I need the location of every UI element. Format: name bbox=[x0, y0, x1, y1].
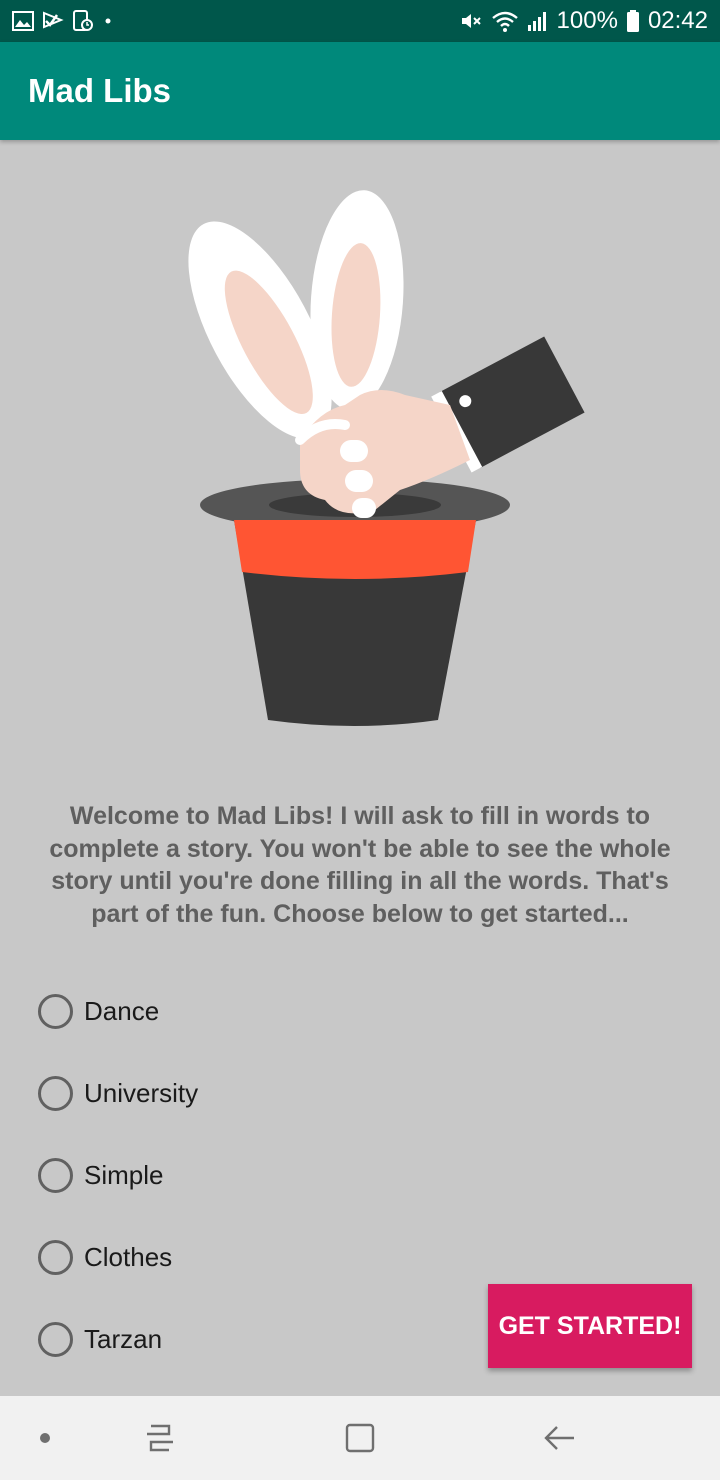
radio-label: Dance bbox=[84, 995, 160, 1026]
signal-icon bbox=[527, 9, 549, 33]
radio-button-icon[interactable] bbox=[38, 993, 73, 1029]
wifi-icon bbox=[491, 9, 519, 33]
radio-label: University bbox=[84, 1077, 199, 1108]
app-title: Mad Libs bbox=[28, 72, 172, 109]
get-started-button[interactable]: GET STARTED! bbox=[488, 1284, 692, 1368]
radio-button-icon[interactable] bbox=[38, 1321, 73, 1357]
mute-icon bbox=[459, 9, 483, 33]
nav-dot-icon[interactable] bbox=[20, 1396, 70, 1480]
home-icon[interactable] bbox=[325, 1396, 395, 1480]
radio-label: Simple bbox=[84, 1159, 164, 1190]
recents-icon[interactable] bbox=[125, 1396, 195, 1480]
status-right-icons: 100% 02:42 bbox=[459, 7, 708, 35]
story-radio-group: Dance University Simple Clothes Tarzan bbox=[38, 970, 198, 1380]
app-bar: Mad Libs bbox=[0, 42, 720, 140]
device-clock-icon bbox=[72, 10, 94, 32]
radio-button-icon[interactable] bbox=[38, 1075, 73, 1111]
magician-hat-rabbit-illustration bbox=[160, 180, 590, 745]
radio-option-dance[interactable]: Dance bbox=[38, 970, 198, 1052]
dot-icon bbox=[102, 10, 114, 32]
battery-icon bbox=[626, 9, 640, 33]
clock: 02:42 bbox=[647, 7, 708, 34]
battery-percent: 100% bbox=[556, 7, 618, 34]
radio-button-icon[interactable] bbox=[38, 1157, 73, 1193]
status-bar: 100% 02:42 bbox=[0, 0, 720, 42]
radio-option-clothes[interactable]: Clothes bbox=[38, 1216, 198, 1298]
radio-option-university[interactable]: University bbox=[38, 1052, 198, 1134]
back-icon[interactable] bbox=[525, 1396, 595, 1480]
navigation-bar bbox=[0, 1396, 720, 1480]
radio-button-icon[interactable] bbox=[38, 1239, 73, 1275]
radio-label: Clothes bbox=[84, 1241, 173, 1272]
status-left-icons bbox=[12, 10, 114, 32]
radio-option-tarzan[interactable]: Tarzan bbox=[38, 1298, 198, 1380]
gallery-icon bbox=[12, 10, 34, 32]
welcome-text: Welcome to Mad Libs! I will ask to fill … bbox=[49, 802, 671, 928]
check-flag-icon bbox=[42, 10, 64, 32]
radio-option-simple[interactable]: Simple bbox=[38, 1134, 198, 1216]
radio-label: Tarzan bbox=[84, 1323, 163, 1354]
